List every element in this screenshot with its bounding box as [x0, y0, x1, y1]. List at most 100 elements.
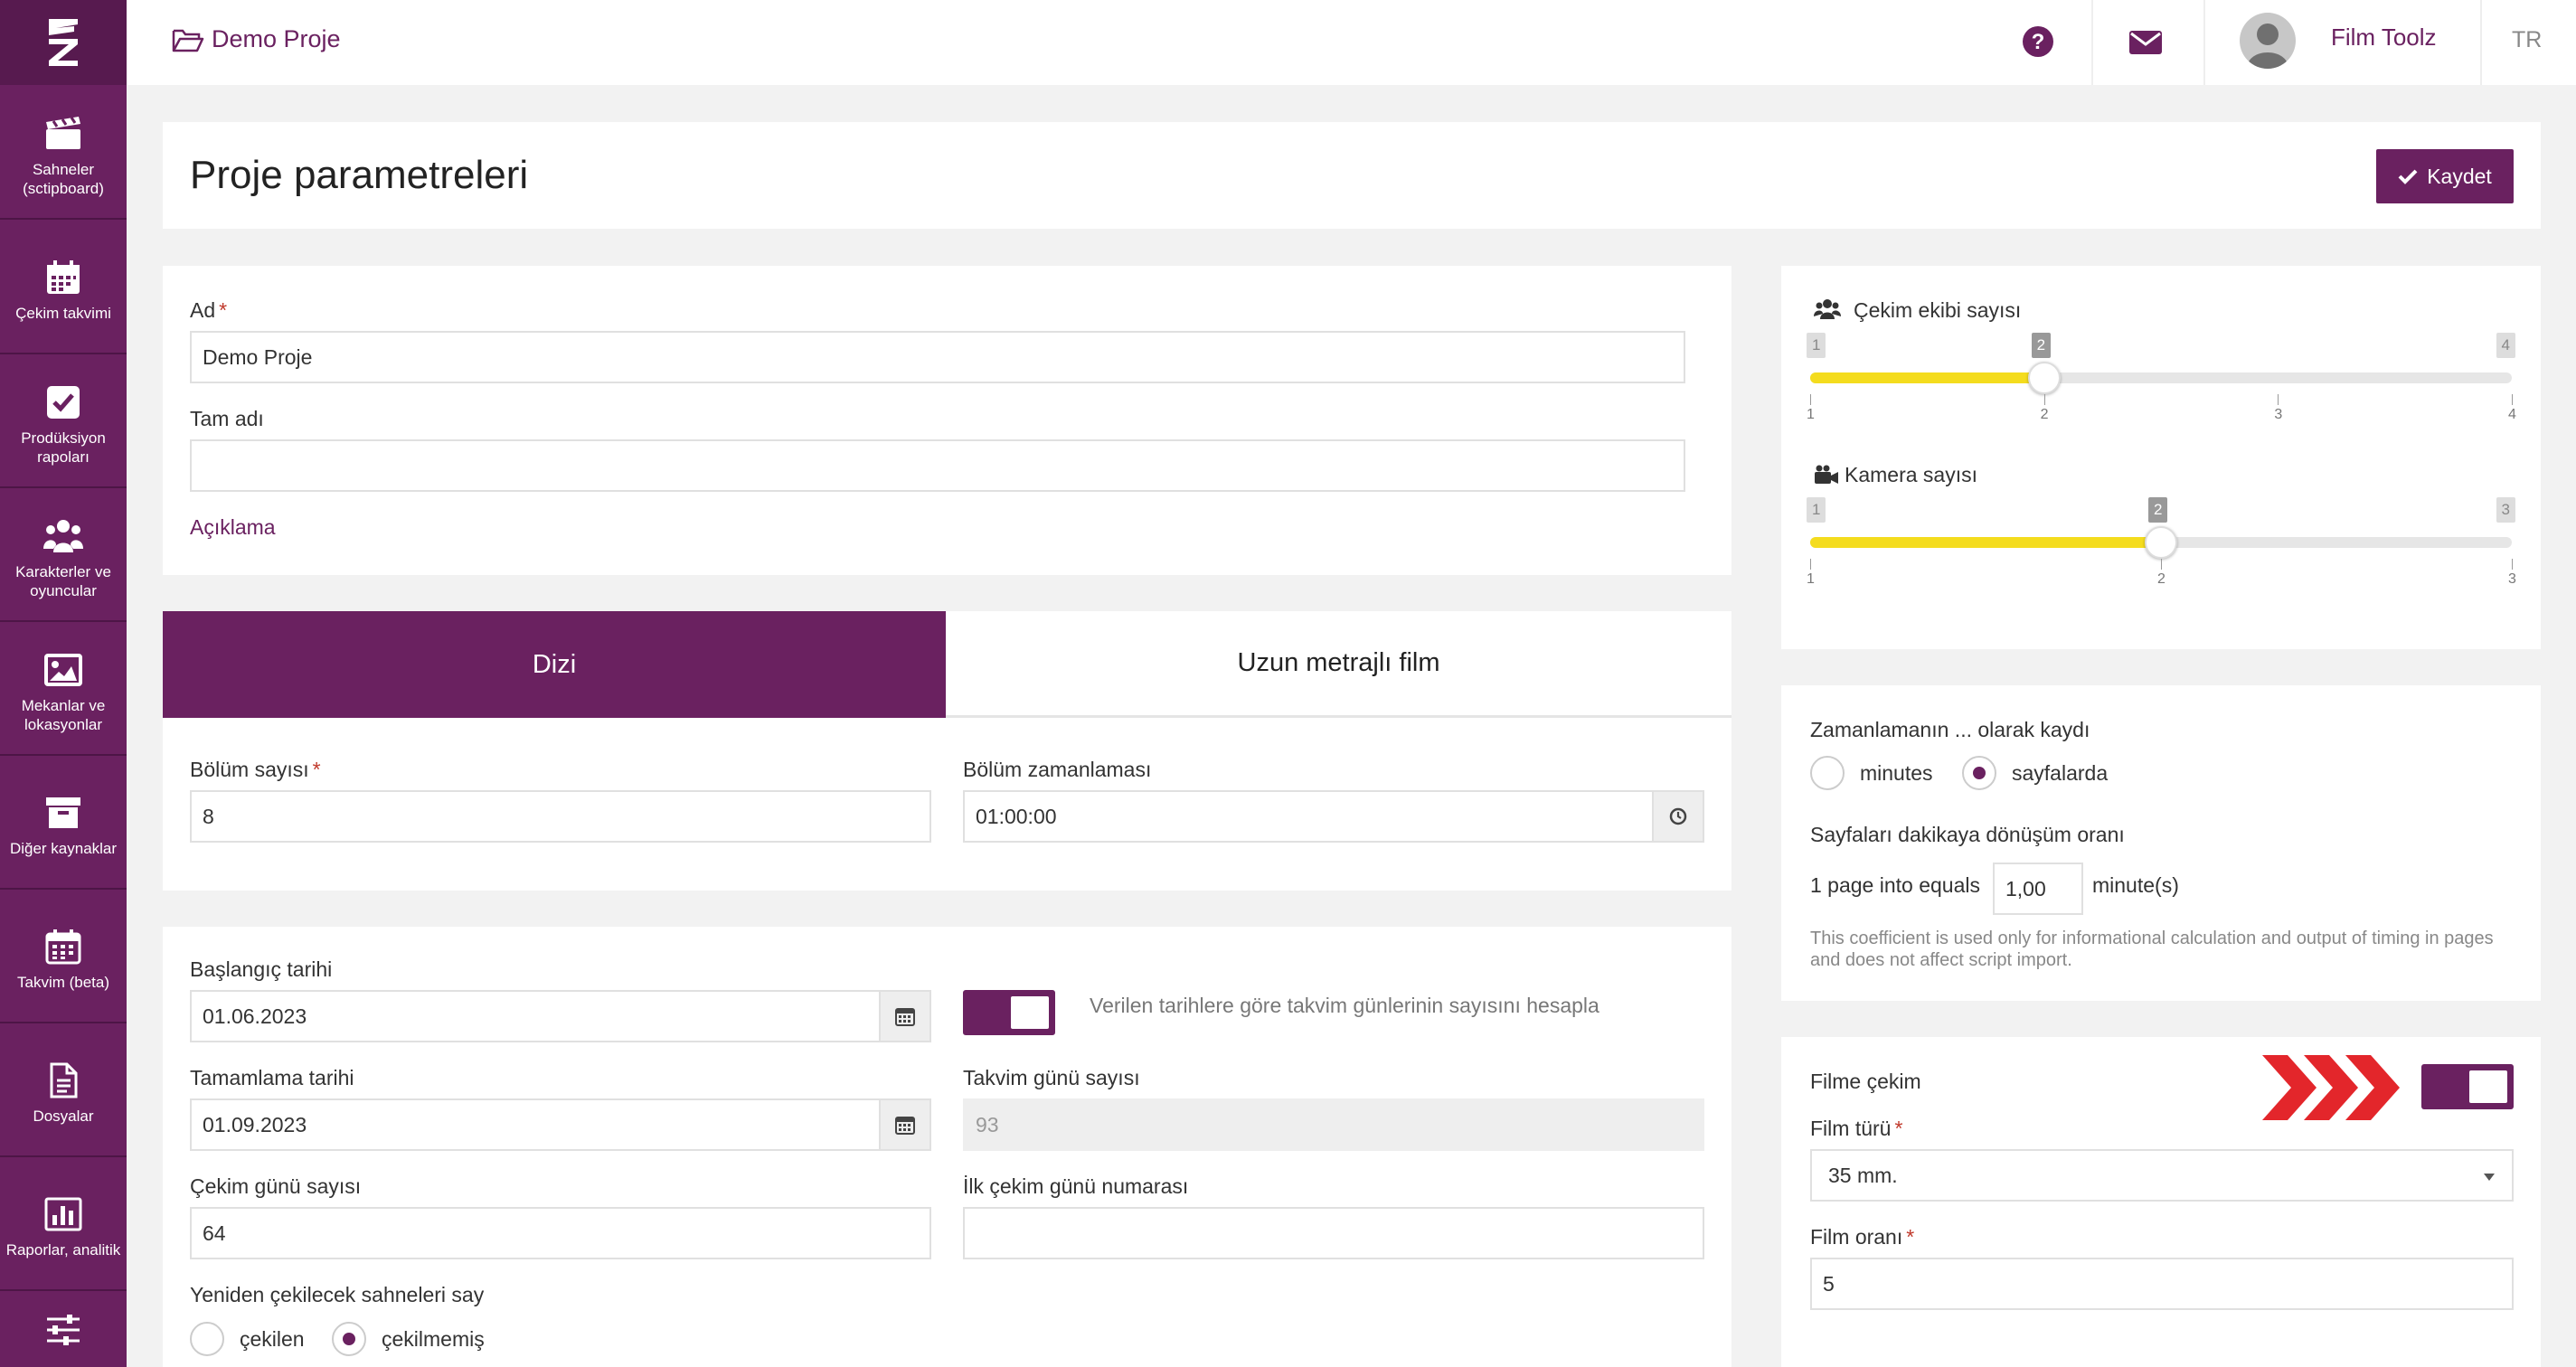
sidebar-item-label: Karakterler ve oyuncular: [15, 562, 111, 599]
film-ratio-input[interactable]: 5: [1810, 1258, 2514, 1310]
first-shoot-day-label: İlk çekim günü numarası: [963, 1174, 1189, 1198]
timing-pages-radio[interactable]: [1962, 756, 1996, 790]
timing-minutes-label: minutes: [1860, 761, 1933, 785]
shoot-days-input[interactable]: 64: [190, 1207, 931, 1259]
clock-icon: [1669, 807, 1687, 825]
check-icon: [2398, 169, 2418, 184]
film-type-select[interactable]: 35 mm.: [1810, 1149, 2514, 1202]
slider-min-badge: 1: [1807, 333, 1826, 358]
slider-tick-mark: [2043, 394, 2045, 405]
end-date-picker-button[interactable]: [879, 1100, 929, 1149]
sidebar: Sahneler (sctipboard) Çekim takvimi Prod…: [0, 0, 127, 1367]
calc-calendar-days-toggle[interactable]: [963, 990, 1055, 1035]
project-breadcrumb[interactable]: Demo Proje: [172, 25, 341, 53]
fullname-input[interactable]: [190, 439, 1685, 492]
calc-calendar-days-label: Verilen tarihlere göre takvim günlerinin…: [1090, 994, 1599, 1017]
slider-tick-label: 1: [1807, 571, 1815, 587]
sidebar-item-reports[interactable]: Raporlar, analitik: [0, 1158, 127, 1291]
reshoot-shot-radio[interactable]: [190, 1322, 224, 1356]
image-icon: [44, 653, 82, 686]
chevron-down-icon: [2484, 1174, 2495, 1181]
sidebar-item-calendar-beta[interactable]: Takvim (beta): [0, 891, 127, 1023]
sidebar-item-files[interactable]: Dosyalar: [0, 1024, 127, 1157]
sidebar-item-characters[interactable]: Karakterler ve oyuncular: [0, 489, 127, 622]
messages-button[interactable]: [2128, 30, 2163, 55]
sidebar-item-label: Mekanlar ve lokasyonlar: [21, 696, 106, 733]
name-input[interactable]: Demo Proje: [190, 331, 1685, 383]
tab-feature-film[interactable]: Uzun metrajlı film: [946, 611, 1731, 718]
film-shooting-label: Filme çekim: [1810, 1070, 1921, 1093]
shoot-days-label: Çekim günü sayısı: [190, 1174, 362, 1198]
sidebar-item-settings[interactable]: [0, 1292, 127, 1367]
sidebar-item-other-resources[interactable]: Diğer kaynaklar: [0, 757, 127, 890]
slider-handle[interactable]: [2027, 362, 2061, 394]
top-bar: Demo Proje ? Film Toolz TR: [127, 0, 2576, 85]
reshoot-not-shot-label: çekilmemiş: [382, 1327, 485, 1351]
slider-tick-mark: [2278, 394, 2279, 405]
timing-minutes-radio[interactable]: [1810, 756, 1845, 790]
first-shoot-day-input[interactable]: [963, 1207, 1704, 1259]
episode-timing-input[interactable]: 01:00:00: [963, 790, 1704, 843]
end-date-input[interactable]: 01.09.2023: [190, 1098, 931, 1151]
sidebar-item-production-reports[interactable]: Prodüksiyon rapoları: [0, 355, 127, 488]
end-date-label: Tamamlama tarihi: [190, 1066, 354, 1089]
sidebar-item-scenes[interactable]: Sahneler (sctipboard): [0, 87, 127, 220]
camera-count-slider[interactable]: 1 3 2 1 2 3: [1807, 497, 2516, 588]
app-logo[interactable]: [0, 0, 127, 85]
sidebar-item-label: Raporlar, analitik: [5, 1241, 121, 1259]
tab-series[interactable]: Dizi: [163, 611, 946, 718]
svg-text:?: ?: [2032, 30, 2045, 54]
divider: [2091, 0, 2093, 85]
page-title: Proje parametreleri: [190, 153, 529, 197]
film-shooting-toggle[interactable]: [2421, 1064, 2514, 1109]
calendar-icon: [895, 1008, 915, 1026]
user-name[interactable]: Film Toolz: [2331, 24, 2437, 52]
sidebar-item-label: Takvim (beta): [16, 974, 110, 991]
start-date-picker-button[interactable]: [879, 992, 929, 1041]
slider-fill: [1810, 372, 2044, 383]
slider-handle[interactable]: [2145, 526, 2177, 559]
ratio-suffix: minute(s): [2092, 873, 2179, 897]
episodes-input[interactable]: 8: [190, 790, 931, 843]
calendar-days-label: Takvim günü sayısı: [963, 1066, 1140, 1089]
ratio-note: This coefficient is used only for inform…: [1810, 929, 2494, 970]
language-switch[interactable]: TR: [2512, 27, 2542, 53]
checkbox-icon: [47, 385, 80, 419]
sidebar-item-locations[interactable]: Mekanlar ve lokasyonlar: [0, 623, 127, 756]
sliders-icon: [47, 1314, 80, 1345]
crew-count-slider[interactable]: 1 4 2 1 2 3 4: [1807, 333, 2516, 423]
slider-tick-label: 3: [2274, 407, 2283, 422]
calendar-icon: [895, 1117, 915, 1135]
reshoot-not-shot-radio[interactable]: [332, 1322, 366, 1356]
help-button[interactable]: ?: [2022, 25, 2054, 58]
sidebar-item-shooting-schedule[interactable]: Çekim takvimi: [0, 222, 127, 354]
project-name: Demo Proje: [212, 25, 341, 52]
save-button[interactable]: Kaydet: [2376, 149, 2514, 203]
conversion-ratio-label: Sayfaları dakikaya dönüşüm oranı: [1810, 823, 2125, 846]
film-card: Filme çekim Film türü * 35 mm. Film oranı…: [1781, 1037, 2541, 1367]
crew-card: Çekim ekibi sayısı 1 4 2 1 2 3 4 Kamera say…: [1781, 266, 2541, 649]
start-date-input[interactable]: 01.06.2023: [190, 990, 931, 1042]
slider-value-badge: 2: [2031, 333, 2052, 358]
fullname-label: Tam adı: [190, 407, 264, 430]
file-icon: [50, 1062, 78, 1098]
slider-value-badge: 2: [2148, 497, 2168, 523]
slider-max-badge: 3: [2496, 497, 2515, 523]
start-date-label: Başlangıç tarihi: [190, 957, 333, 981]
name-label: Ad *: [190, 298, 228, 322]
avatar[interactable]: [2240, 13, 2296, 69]
slider-tick-label: 3: [2508, 571, 2516, 587]
film-type-label: Film türü *: [1810, 1117, 1903, 1140]
users-icon: [43, 519, 83, 552]
z-logo-icon: [49, 19, 78, 66]
camera-count-label: Kamera sayısı: [1845, 463, 1977, 486]
description-link[interactable]: Açıklama: [190, 515, 276, 540]
save-button-label: Kaydet: [2427, 164, 2492, 188]
calendar-icon: [47, 260, 80, 294]
reshoot-label: Yeniden çekilecek sahneleri say: [190, 1283, 485, 1306]
clock-button[interactable]: [1652, 792, 1703, 841]
basic-info-card: Ad * Demo Proje Tam adı Açıklama: [163, 266, 1731, 575]
timing-record-label: Zamanlamanın ... olarak kaydı: [1810, 718, 2090, 741]
calendar-grid-icon: [45, 929, 81, 965]
ratio-input[interactable]: 1,00: [1993, 863, 2083, 915]
